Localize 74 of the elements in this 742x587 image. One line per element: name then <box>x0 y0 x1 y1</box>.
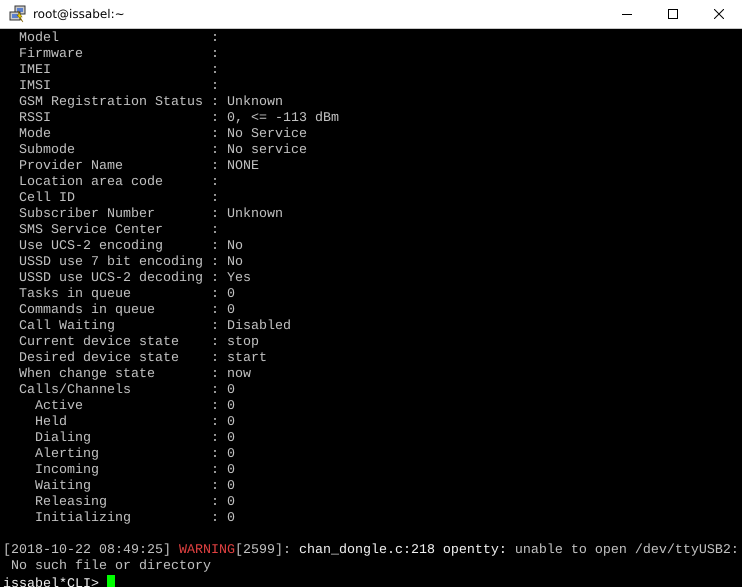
field-value: : 0 <box>211 511 235 527</box>
computers-icon <box>9 5 27 23</box>
field-label: Tasks in queue <box>19 287 132 303</box>
field-value: : No Service <box>211 127 307 143</box>
field-value: : Yes <box>211 271 251 287</box>
field-value: : Unknown <box>211 207 283 223</box>
field-label: Cell ID <box>19 191 76 207</box>
field-label: Provider Name <box>19 159 124 175</box>
field-label: GSM Registration Status <box>19 95 204 111</box>
field-label: Calls/Channels <box>19 383 132 399</box>
field-value: : 0 <box>211 399 235 415</box>
field-value: : 0 <box>211 415 235 431</box>
field-label: RSSI <box>19 111 52 127</box>
field-label: Subscriber Number <box>19 207 156 223</box>
maximize-icon <box>668 9 678 19</box>
field-value: : No service <box>211 143 307 159</box>
field-label: Submode <box>19 143 76 159</box>
field-value: : 0 <box>211 287 235 303</box>
field-label: Incoming <box>35 463 100 479</box>
field-value: : 0 <box>211 431 235 447</box>
close-icon <box>714 9 724 19</box>
field-value: : now <box>211 367 251 383</box>
field-value: : 0 <box>211 383 235 399</box>
field-value: : <box>211 79 219 95</box>
field-label: Mode <box>19 127 52 143</box>
field-value: : <box>211 191 219 207</box>
field-value: : NONE <box>211 159 259 175</box>
field-label: Location area code <box>19 175 164 191</box>
text-cursor <box>106 575 115 587</box>
field-label: IMSI <box>19 79 52 95</box>
field-label: SMS Service Center <box>19 223 164 239</box>
field-value: : 0 <box>211 495 235 511</box>
log-source: chan_dongle.c:218 opentty: <box>298 543 507 558</box>
field-label: Initializing <box>35 511 132 527</box>
field-label: Desired device state <box>19 351 180 367</box>
field-label: Use UCS-2 encoding <box>19 239 164 255</box>
field-label: Model <box>19 31 60 47</box>
log-pid: [2599]: <box>234 543 291 558</box>
field-label: Waiting <box>35 479 92 495</box>
field-label: USSD use 7 bit encoding <box>19 255 204 271</box>
field-value: : <box>211 175 219 191</box>
field-label: USSD use UCS-2 decoding <box>19 271 204 287</box>
field-value: : <box>211 31 219 47</box>
field-label: Commands in queue <box>19 303 156 319</box>
field-label: Alerting <box>35 447 100 463</box>
field-value: : <box>211 223 219 239</box>
field-value: : 0 <box>211 447 235 463</box>
field-label: Active <box>35 399 84 415</box>
field-label: Releasing <box>35 495 108 511</box>
field-label: Dialing <box>35 431 92 447</box>
field-label: When change state <box>19 367 156 383</box>
field-value: : Disabled <box>211 319 291 335</box>
log-message: No such file or directory <box>11 559 211 574</box>
field-value: : 0 <box>211 479 235 495</box>
field-value: : No <box>211 239 243 255</box>
field-label: Current device state <box>19 335 180 351</box>
field-value: : Unknown <box>211 95 283 111</box>
field-value: : No <box>211 255 243 271</box>
log-message: unable to open /dev/ttyUSB2: <box>514 543 739 558</box>
field-value: : 0 <box>211 303 235 319</box>
field-label: Call Waiting <box>19 319 116 335</box>
field-value: : <box>211 63 219 79</box>
field-label: Held <box>35 415 68 431</box>
log-level: WARNING <box>178 543 235 558</box>
field-value: : start <box>211 351 267 367</box>
field-value: : stop <box>211 335 259 351</box>
field-value: : <box>211 47 219 63</box>
field-label: Firmware <box>19 47 84 63</box>
log-timestamp: [2018-10-22 08:49:25] <box>3 543 171 558</box>
field-value: : 0, <= -113 dBm <box>211 111 339 127</box>
field-value: : 0 <box>211 463 235 479</box>
window-title: root@issabel:~ <box>33 7 126 21</box>
cli-prompt: issabel*CLI> <box>3 577 99 587</box>
field-label: IMEI <box>19 63 52 79</box>
